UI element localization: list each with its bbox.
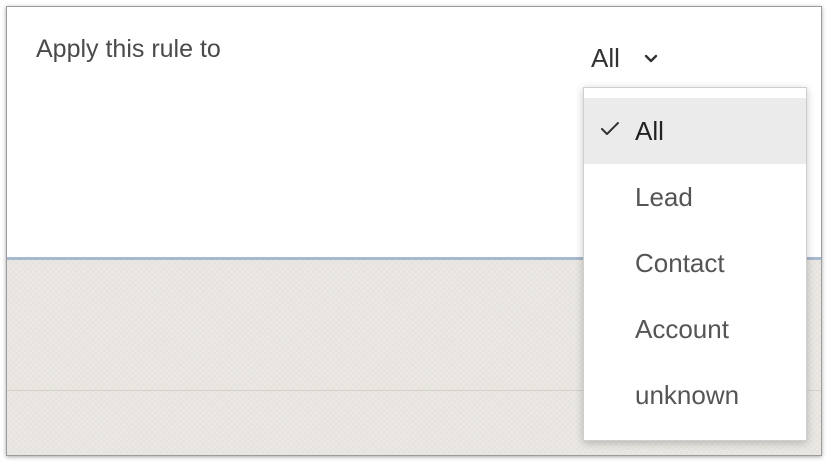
option-lead[interactable]: Lead: [584, 164, 806, 230]
check-icon: [601, 122, 619, 135]
option-unknown[interactable]: unknown: [584, 362, 806, 428]
select-current-value: All: [591, 43, 620, 73]
option-label: Account: [635, 313, 729, 344]
option-all[interactable]: All: [584, 98, 806, 164]
apply-rule-label: Apply this rule to: [36, 35, 221, 63]
option-contact[interactable]: Contact: [584, 230, 806, 296]
option-label: All: [635, 115, 664, 146]
rule-settings-panel: Apply this rule to All All Lead Contact …: [6, 6, 822, 456]
apply-rule-dropdown: All Lead Contact Account unknown: [583, 87, 807, 441]
apply-rule-select[interactable]: All: [591, 43, 658, 74]
option-label: Contact: [635, 247, 725, 278]
option-account[interactable]: Account: [584, 296, 806, 362]
option-label: Lead: [635, 181, 693, 212]
option-label: unknown: [635, 379, 740, 410]
chevron-down-icon: [644, 54, 658, 62]
